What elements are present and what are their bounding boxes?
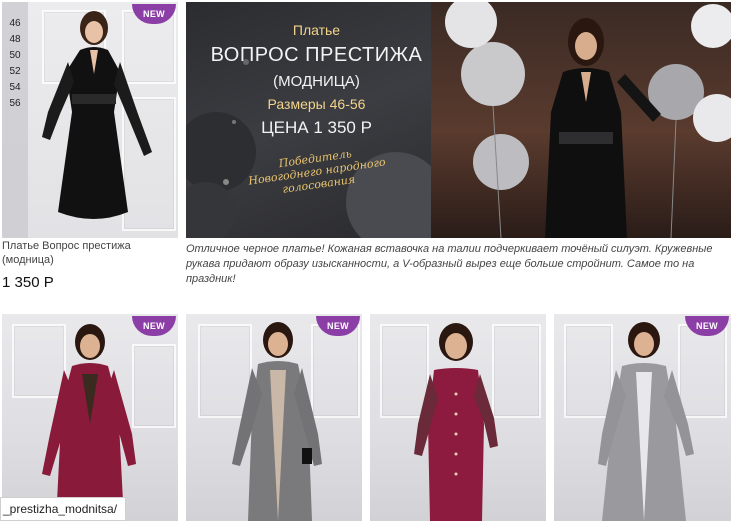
status-bar-url: _prestizha_modnitsa/ <box>0 497 126 521</box>
product-name[interactable]: Платье Вопрос престижа (модница) <box>2 239 178 267</box>
product-price: 1 350 Р <box>2 274 54 291</box>
product-description: Отличное черное платье! Кожаная вставочк… <box>186 243 713 285</box>
featured-product-photo[interactable]: 46 48 50 52 54 56 NEW <box>2 2 178 238</box>
banner-title: ВОПРОС ПРЕСТИЖА <box>210 44 423 66</box>
banner-text: Платье ВОПРОС ПРЕСТИЖА (МОДНИЦА) Размеры… <box>204 12 429 196</box>
banner-photo <box>431 2 731 238</box>
product-card-3[interactable] <box>370 314 546 521</box>
model-figure <box>414 323 498 521</box>
banner-line-dress: Платье <box>292 22 341 38</box>
model-figure <box>42 324 136 521</box>
banner-subtitle: (МОДНИЦА) <box>273 73 360 90</box>
model-figure <box>598 322 694 521</box>
product-card-2[interactable]: NEW <box>186 314 362 521</box>
promo-banner[interactable]: Платье ВОПРОС ПРЕСТИЖА (МОДНИЦА) Размеры… <box>186 2 731 238</box>
product-card-4[interactable]: NEW <box>554 314 731 521</box>
product-card-1[interactable]: NEW <box>2 314 178 521</box>
banner-price: ЦЕНА 1 350 Р <box>261 118 372 137</box>
banner-sizes: Размеры 46-56 <box>267 96 366 112</box>
model-figure <box>232 322 322 521</box>
balloons-and-model <box>445 2 731 238</box>
model-figure <box>42 11 152 219</box>
